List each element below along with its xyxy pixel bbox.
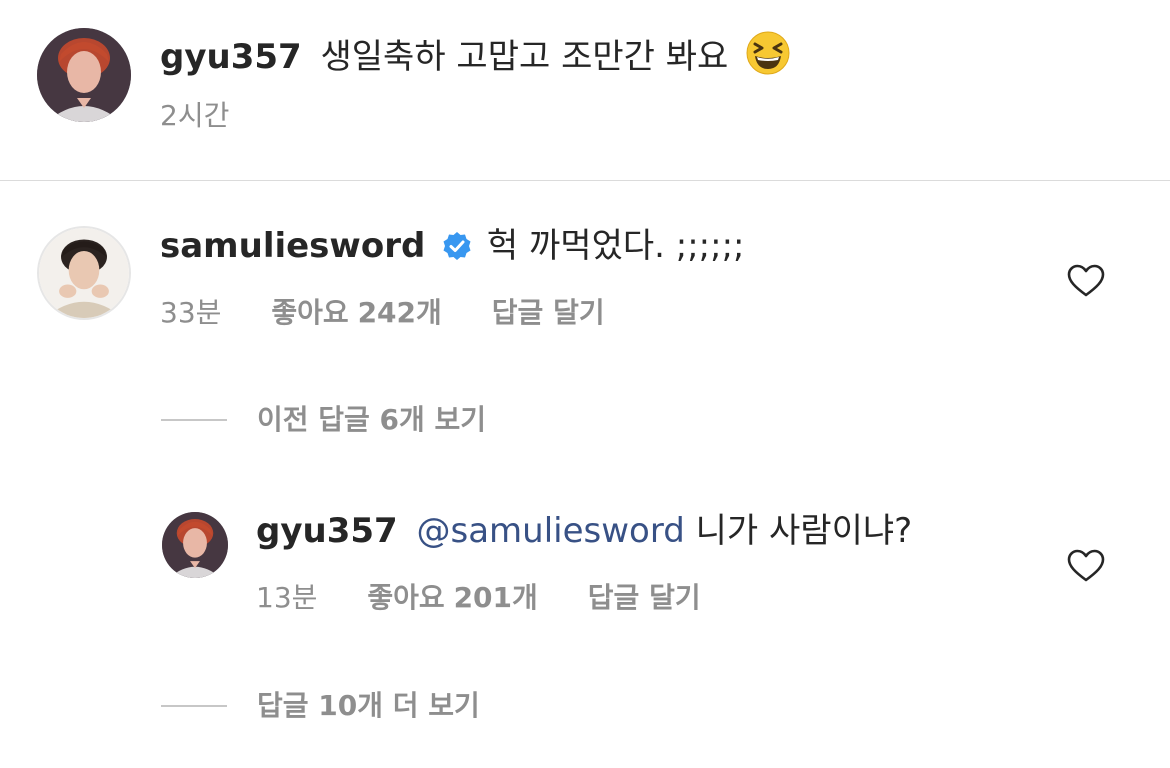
caption-text: 생일축하 고맙고 조만간 봐요 bbox=[320, 37, 729, 77]
heart-outline-icon[interactable] bbox=[1067, 264, 1105, 298]
grinning-squinting-face-icon bbox=[745, 30, 791, 76]
view-more-replies-button[interactable]: 답글 10개 더 보기 bbox=[161, 689, 480, 723]
heart-outline-icon[interactable] bbox=[1067, 549, 1105, 583]
comment-time: 33분 bbox=[160, 296, 222, 329]
comment-line: samuliesword 헉 까먹었다. ;;;;;; bbox=[160, 226, 744, 266]
caption-line: gyu357 생일축하 고맙고 조만간 봐요 bbox=[160, 30, 791, 77]
avatar-gyu357[interactable] bbox=[37, 28, 131, 122]
reply-meta: 13분 좋아요 201개 답글 달기 bbox=[256, 581, 701, 615]
view-more-replies-label: 답글 10개 더 보기 bbox=[257, 689, 480, 722]
reply-thread-line bbox=[161, 419, 227, 421]
view-previous-replies-label: 이전 답글 6개 보기 bbox=[257, 403, 487, 436]
reply-time: 13분 bbox=[256, 581, 318, 614]
comment-likes[interactable]: 좋아요 242개 bbox=[271, 296, 441, 329]
caption-username[interactable]: gyu357 bbox=[160, 37, 302, 77]
comment-text: 헉 까먹었다. ;;;;;; bbox=[486, 226, 745, 266]
comment-meta: 33분 좋아요 242개 답글 달기 bbox=[160, 296, 605, 330]
reply-likes-count: 201개 bbox=[453, 581, 538, 614]
reply-thread-line bbox=[161, 705, 227, 707]
comment-reply-button[interactable]: 답글 달기 bbox=[492, 296, 605, 329]
avatar-gyu357-reply[interactable] bbox=[162, 512, 228, 578]
comment-likes-count: 242개 bbox=[357, 296, 442, 329]
reply-mention-link[interactable]: @samuliesword bbox=[417, 511, 685, 551]
reply-likes-label: 좋아요 bbox=[367, 581, 445, 614]
comment-likes-label: 좋아요 bbox=[271, 296, 349, 329]
reply-line: gyu357 @samuliesword 니가 사람이냐? bbox=[256, 511, 912, 551]
comment-username[interactable]: samuliesword bbox=[160, 226, 425, 266]
reply-text: 니가 사람이냐? bbox=[695, 511, 913, 551]
reply-username[interactable]: gyu357 bbox=[256, 511, 398, 551]
avatar-samuliesword[interactable] bbox=[37, 226, 131, 320]
caption-time: 2시간 bbox=[160, 99, 230, 132]
view-previous-replies-button[interactable]: 이전 답글 6개 보기 bbox=[161, 403, 486, 437]
reply-likes[interactable]: 좋아요 201개 bbox=[367, 581, 537, 614]
divider bbox=[0, 180, 1170, 181]
reply-reply-button[interactable]: 답글 달기 bbox=[588, 581, 701, 614]
verified-badge-icon bbox=[442, 231, 472, 261]
